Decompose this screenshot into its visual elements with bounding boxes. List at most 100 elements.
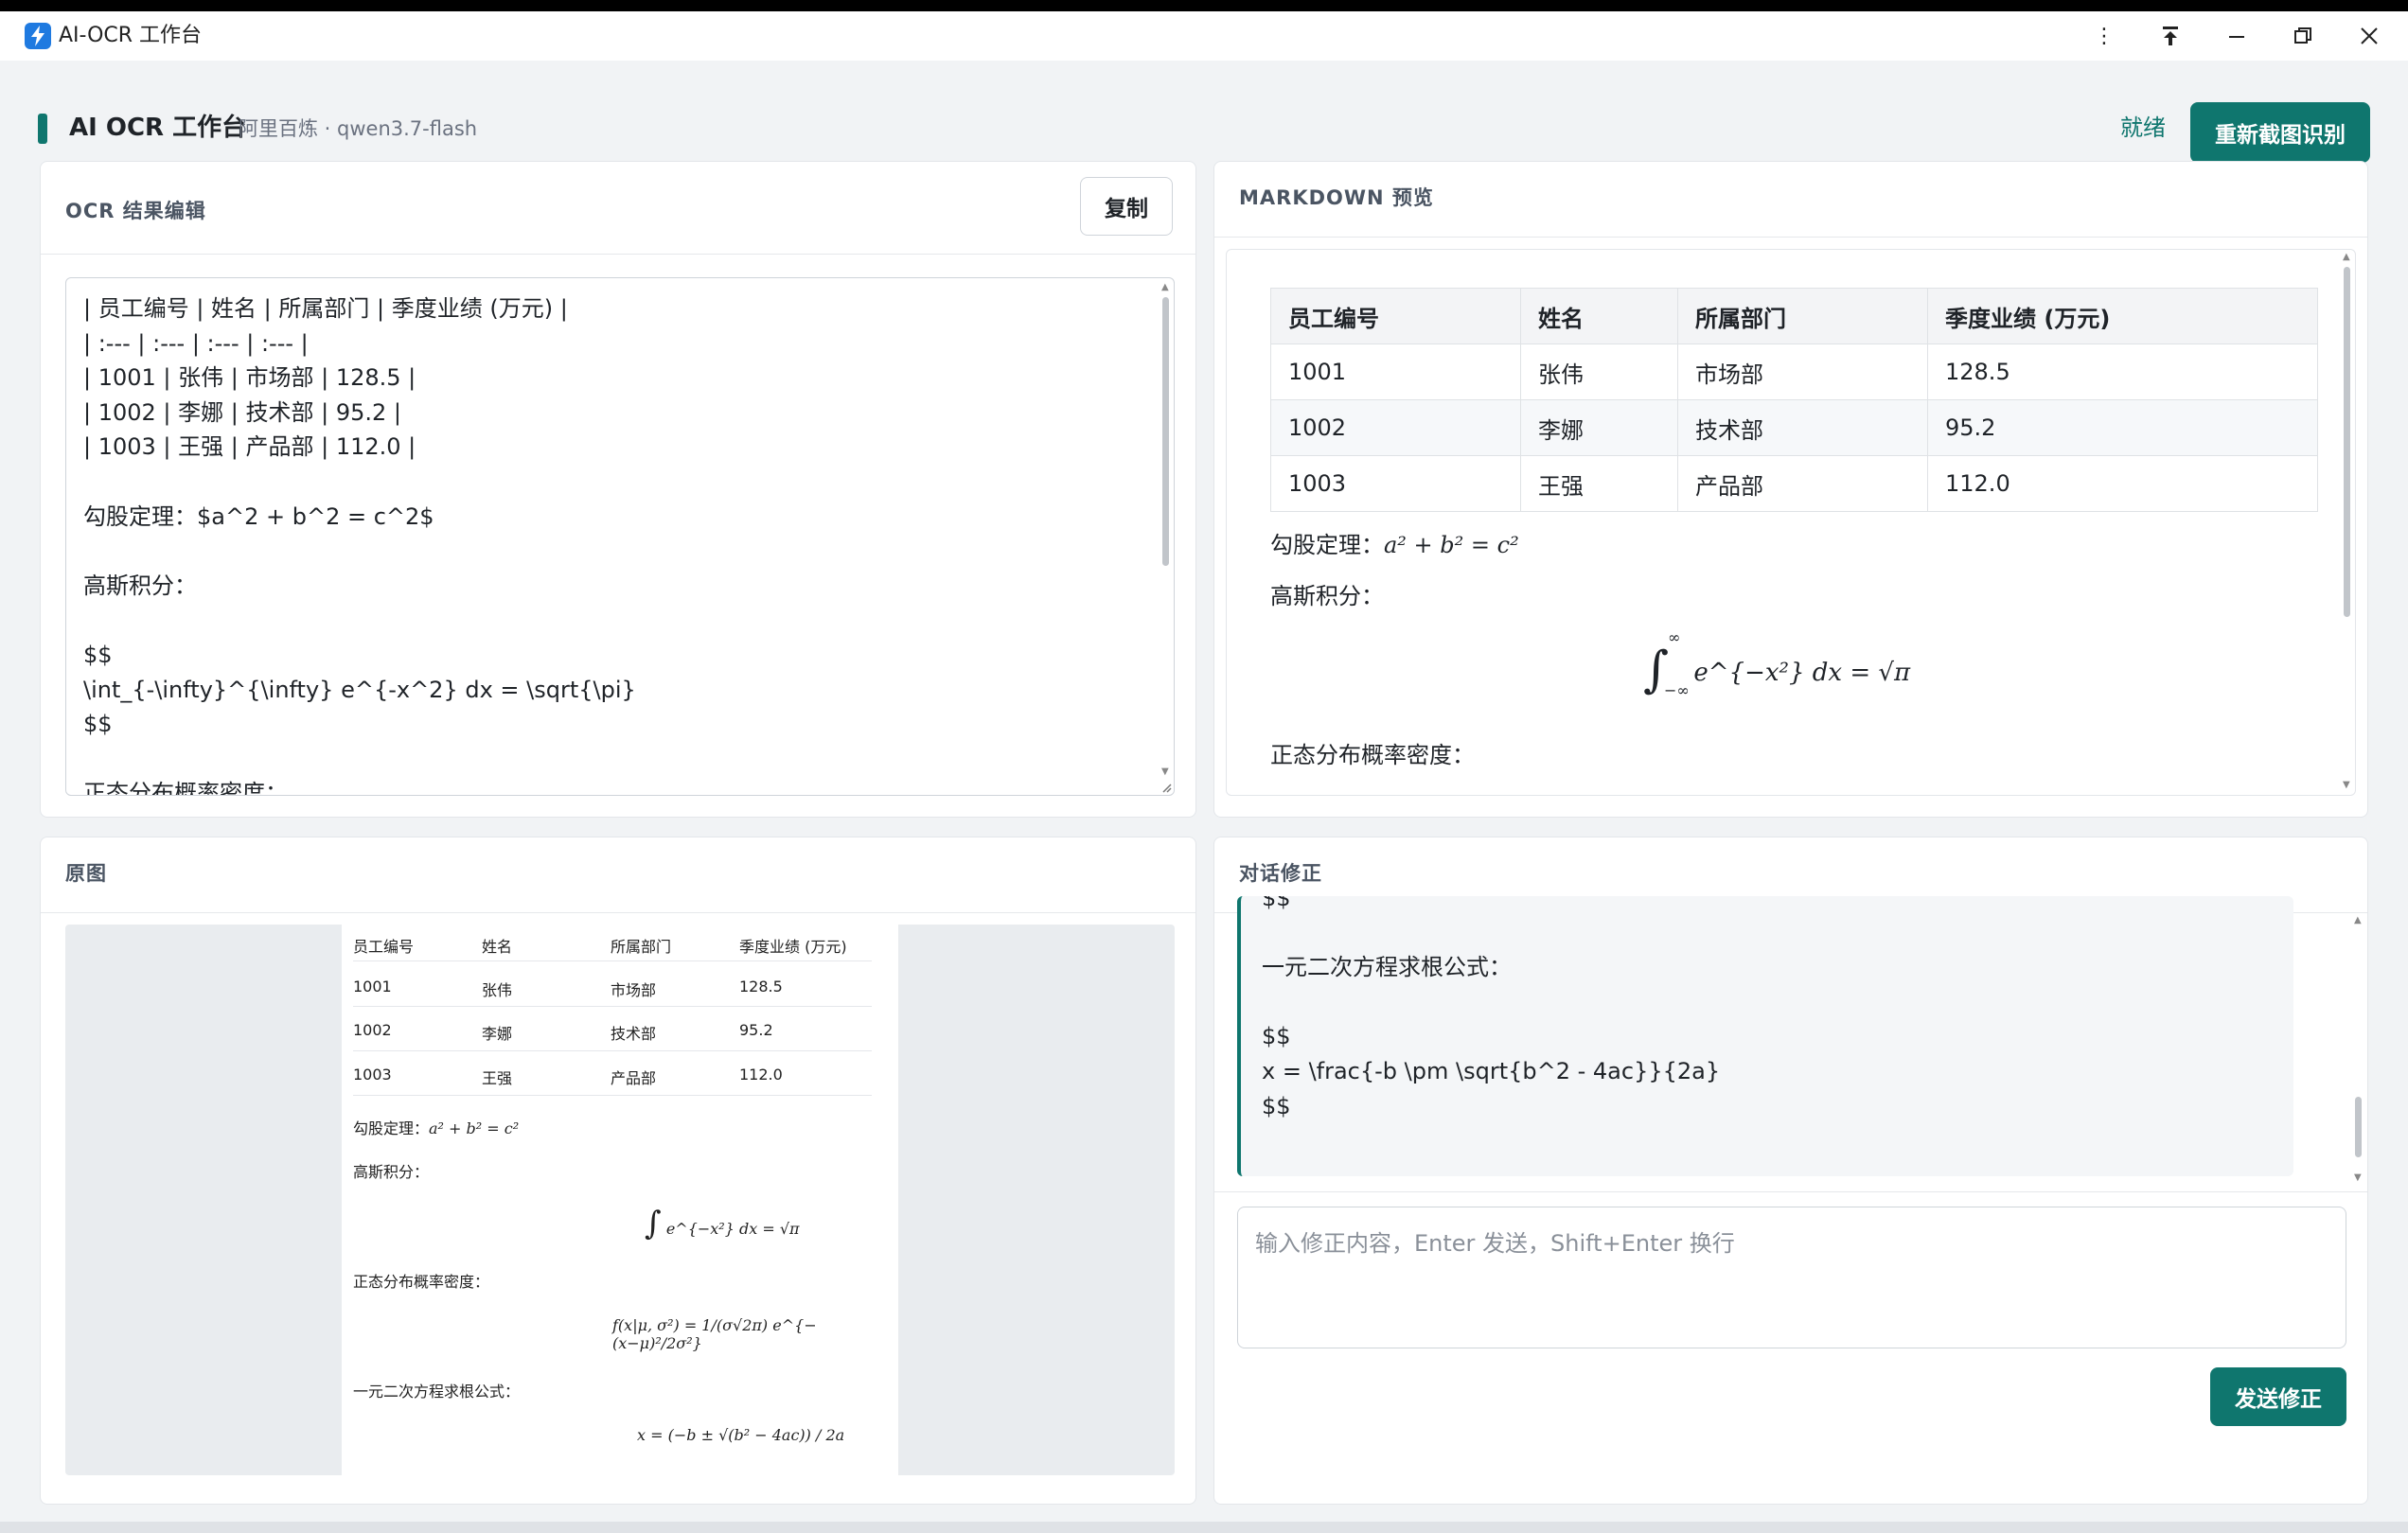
gauss-formula: e^{−x²} dx = √π	[1693, 659, 1911, 687]
table-row: 1001 张伟 市场部 128.5	[1270, 344, 2318, 400]
orig-pythagoras-line: 勾股定理：a² + b² = c²	[353, 1116, 519, 1138]
table-cell: 1003	[1270, 455, 1521, 512]
orig-quadratic-label: 一元二次方程求根公式：	[353, 1383, 521, 1401]
orig-table-rule	[353, 1050, 872, 1051]
scroll-up-icon[interactable]: ▲	[1161, 282, 1169, 292]
integral-lower-limit: −∞	[1664, 681, 1690, 699]
markdown-preview-title: MARKDOWN 预览	[1239, 186, 1434, 209]
pythagoras-formula: a² + b² = c²	[1384, 532, 1519, 558]
more-options-icon[interactable]: ⋮	[2071, 11, 2137, 61]
table-cell: 王强	[1520, 455, 1678, 512]
orig-header-cell: 员工编号	[353, 938, 415, 956]
preview-table-header: 员工编号 姓名 所属部门 季度业绩 (万元)	[1270, 288, 2318, 344]
app-window: AI-OCR 工作台 ⋮ AI OCR 工作台 阿里百炼 · qwen3.7-f…	[0, 11, 2408, 1533]
original-image-title: 原图	[65, 862, 107, 885]
orig-table-rule	[353, 1095, 872, 1096]
normal-label: 正态分布概率密度：	[1270, 742, 1475, 768]
markdown-preview-header: MARKDOWN 预览	[1214, 162, 2367, 238]
table-cell: 1001	[1270, 344, 1521, 400]
table-cell: 1002	[1270, 399, 1521, 456]
chat-divider	[1214, 1191, 2367, 1192]
orig-normal-label: 正态分布概率密度：	[353, 1273, 490, 1291]
chat-message-bubble: $$ 一元二次方程求根公式： $$ x = \frac{-b \pm \sqrt…	[1237, 896, 2293, 1176]
orig-table-cell: 市场部	[611, 981, 657, 999]
pythagoras-label: 勾股定理：	[1270, 532, 1384, 558]
orig-table-rule	[353, 1006, 872, 1007]
table-cell: 112.0	[1927, 455, 2318, 512]
orig-table-cell: 1002	[353, 1021, 392, 1039]
ocr-editor-panel: OCR 结果编辑 复制 | 员工编号 | 姓名 | 所属部门 | 季度业绩 (万…	[40, 161, 1196, 818]
correction-textarea[interactable]	[1238, 1207, 2346, 1348]
orig-table-cell: 王强	[482, 1069, 513, 1087]
gauss-formula-block: ∫ ∞ −∞ e^{−x²} dx = √π	[1643, 628, 1911, 699]
preview-table: 员工编号 姓名 所属部门 季度业绩 (万元) 1001 张伟 市场部 128.5…	[1270, 288, 2318, 512]
scroll-up-icon[interactable]: ▲	[2354, 915, 2362, 925]
integral-upper-limit: ∞	[1668, 628, 1681, 646]
preview-scrollbar[interactable]: ▲ ▼	[2338, 250, 2355, 795]
orig-quadratic-formula: x = (−b ± √(b² − 4ac)) / 2a	[637, 1426, 845, 1444]
recapture-button[interactable]: 重新截图识别	[2190, 102, 2370, 163]
model-subtitle: 阿里百炼 · qwen3.7-flash	[239, 117, 478, 140]
resize-handle-icon[interactable]	[1160, 782, 1172, 793]
ocr-result-text: | 员工编号 | 姓名 | 所属部门 | 季度业绩 (万元) | | :--- …	[83, 295, 636, 796]
copy-button[interactable]: 复制	[1080, 177, 1173, 236]
ocr-result-textarea[interactable]: | 员工编号 | 姓名 | 所属部门 | 季度业绩 (万元) | | :--- …	[65, 277, 1175, 796]
table-cell: 李娜	[1520, 399, 1678, 456]
markdown-preview-panel: MARKDOWN 预览 员工编号 姓名 所属部门 季度业绩 (万元) 1001 …	[1213, 161, 2368, 818]
table-row: 1003 王强 产品部 112.0	[1270, 455, 2318, 512]
preview-header-cell: 员工编号	[1270, 288, 1521, 344]
orig-table-cell: 李娜	[482, 1025, 513, 1043]
orig-gauss-label: 高斯积分：	[353, 1163, 430, 1181]
scroll-down-icon[interactable]: ▼	[2354, 1172, 2362, 1183]
scroll-up-icon[interactable]: ▲	[2343, 252, 2350, 262]
orig-header-cell: 季度业绩 (万元)	[739, 938, 847, 956]
ocr-editor-header: OCR 结果编辑 复制	[41, 162, 1195, 255]
original-image-header: 原图	[41, 837, 1195, 913]
orig-table-cell: 128.5	[739, 978, 783, 996]
minimize-button[interactable]	[2204, 11, 2270, 61]
chat-correction-title: 对话修正	[1239, 862, 1322, 885]
chat-scrollbar[interactable]: ▲ ▼	[2350, 915, 2367, 1189]
title-bar: AI-OCR 工作台 ⋮	[0, 11, 2408, 61]
original-image-panel: 原图 员工编号 姓名 所属部门 季度业绩 (万元) 1001 张伟 市场部 12…	[40, 837, 1196, 1505]
orig-table-cell: 1001	[353, 978, 392, 996]
orig-gauss-formula-block: ∫ e^{−x²} dx = √π	[645, 1205, 800, 1242]
gauss-label: 高斯积分：	[1270, 583, 1384, 609]
maximize-button[interactable]	[2270, 11, 2336, 61]
scroll-down-icon[interactable]: ▼	[2343, 780, 2350, 790]
close-button[interactable]	[2336, 11, 2402, 61]
ocr-editor-title: OCR 结果编辑	[65, 200, 206, 222]
accent-bar	[38, 114, 47, 144]
preview-scroll-thumb[interactable]	[2344, 267, 2350, 617]
app-title: AI OCR 工作台	[69, 114, 247, 142]
table-row: 1002 李娜 技术部 95.2	[1270, 399, 2318, 456]
orig-table-cell: 95.2	[739, 1021, 773, 1039]
minimize-icon	[2229, 36, 2244, 38]
original-screenshot-image: 员工编号 姓名 所属部门 季度业绩 (万元) 1001 张伟 市场部 128.5…	[342, 925, 898, 1475]
send-correction-button[interactable]: 发送修正	[2210, 1367, 2346, 1426]
chat-message-text: $$ 一元二次方程求根公式： $$ x = \frac{-b \pm \sqrt…	[1262, 896, 1721, 1119]
table-cell: 市场部	[1677, 344, 1928, 400]
scroll-down-icon[interactable]: ▼	[1161, 766, 1169, 777]
chat-scroll-thumb[interactable]	[2355, 1097, 2362, 1157]
original-image-viewer: 员工编号 姓名 所属部门 季度业绩 (万元) 1001 张伟 市场部 128.5…	[65, 925, 1175, 1475]
table-cell: 128.5	[1927, 344, 2318, 400]
pythagoras-line: 勾股定理：a² + b² = c²	[1270, 526, 1519, 559]
orig-table-rule	[353, 960, 872, 961]
orig-header-cell: 所属部门	[611, 938, 672, 956]
orig-integral-sign: ∫	[645, 1205, 662, 1242]
orig-table-cell: 112.0	[739, 1066, 783, 1084]
orig-table-cell: 产品部	[611, 1069, 657, 1087]
preview-header-cell: 所属部门	[1677, 288, 1928, 344]
app-logo-icon	[25, 23, 51, 49]
orig-header-cell: 姓名	[482, 938, 513, 956]
bottom-edge	[0, 1522, 2408, 1533]
editor-scroll-thumb[interactable]	[1162, 297, 1169, 566]
editor-scrollbar[interactable]: ▲ ▼	[1157, 278, 1174, 795]
table-cell: 技术部	[1677, 399, 1928, 456]
orig-normal-formula: f(x|μ, σ²) = 1/(σ√2π) e^{−(x−μ)²/2σ²}	[612, 1316, 817, 1352]
pin-on-top-button[interactable]	[2137, 11, 2204, 61]
table-cell: 产品部	[1677, 455, 1928, 512]
orig-table-cell: 1003	[353, 1066, 392, 1084]
correction-input[interactable]	[1237, 1207, 2346, 1348]
